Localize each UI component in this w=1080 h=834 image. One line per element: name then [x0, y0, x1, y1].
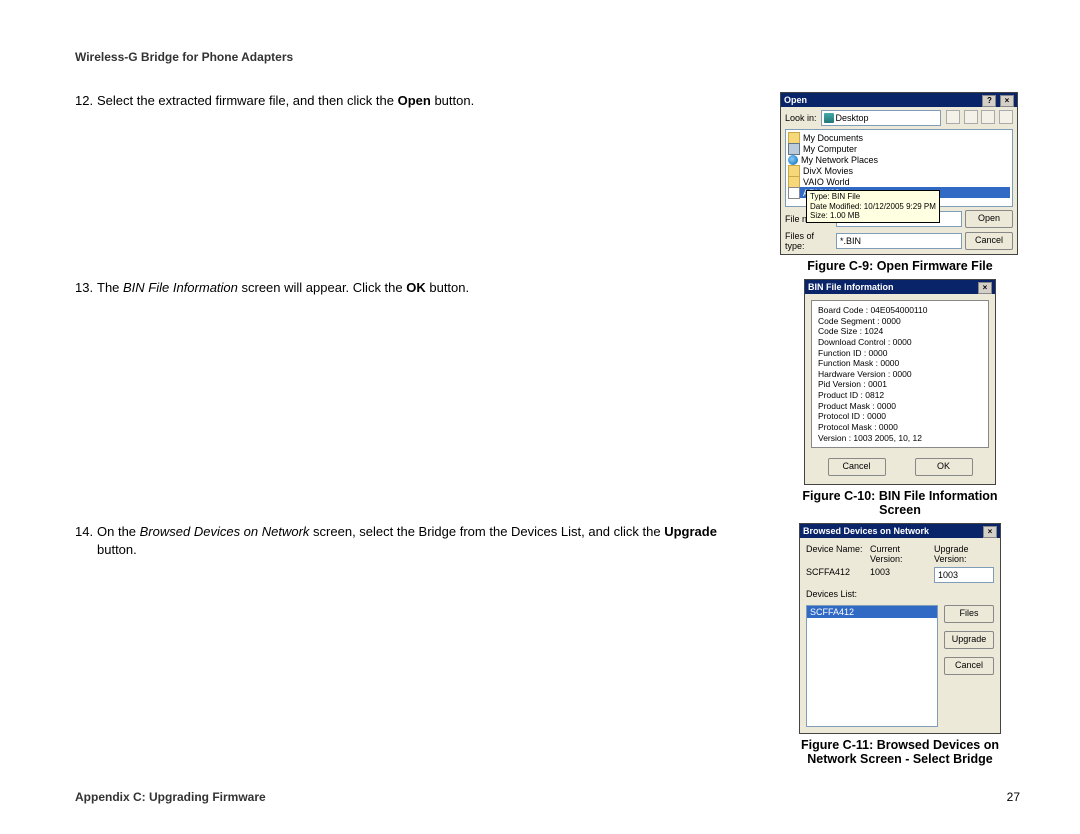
italic-term: BIN File Information [123, 280, 238, 295]
list-item[interactable]: My Computer [803, 144, 857, 154]
bold-open: Open [398, 93, 431, 108]
text: On the [97, 524, 140, 539]
step-number: 12. [75, 92, 97, 110]
titlebar: Browsed Devices on Network × [800, 524, 1000, 538]
filetype-dropdown[interactable]: *.BIN [836, 233, 962, 249]
network-icon [788, 155, 798, 165]
titlebar: Open ? × [781, 93, 1017, 107]
list-item[interactable]: My Network Places [801, 155, 878, 165]
lookin-dropdown[interactable]: Desktop [821, 110, 942, 126]
upgrade-version-input[interactable]: 1003 [934, 567, 994, 583]
caption-line: Figure C-10: BIN File Information [780, 489, 1020, 503]
text: screen will appear. Click the [238, 280, 406, 295]
help-icon[interactable]: ? [982, 95, 996, 107]
files-button[interactable]: Files [944, 605, 994, 623]
file-icon [788, 187, 800, 199]
info-line: Code Segment : 0000 [818, 316, 982, 327]
page-number: 27 [1007, 790, 1020, 804]
dialog-title: Open [784, 93, 807, 107]
footer-appendix: Appendix C: Upgrading Firmware [75, 790, 266, 804]
list-item[interactable]: DivX Movies [803, 166, 853, 176]
info-line: Download Control : 0000 [818, 337, 982, 348]
close-icon[interactable]: × [1000, 95, 1014, 107]
cancel-button[interactable]: Cancel [828, 458, 886, 476]
step-number: 14. [75, 523, 97, 558]
open-dialog: Open ? × Look in: Desktop [780, 92, 1018, 255]
bin-info-dialog: BIN File Information × Board Code : 04E0… [804, 279, 996, 485]
ok-button[interactable]: OK [915, 458, 973, 476]
devices-listbox[interactable]: SCFFA412 [806, 605, 938, 727]
list-item[interactable]: VAIO World [803, 177, 850, 187]
info-line: Pid Version : 0001 [818, 379, 982, 390]
desktop-icon [824, 113, 834, 123]
upgrade-version-header: Upgrade Version: [934, 544, 994, 564]
figure-c10-caption: Figure C-10: BIN File Information Screen [780, 489, 1020, 517]
step-13: 13. The BIN File Information screen will… [75, 279, 760, 297]
text: screen, select the Bridge from the Devic… [309, 524, 664, 539]
italic-term: Browsed Devices on Network [140, 524, 310, 539]
close-icon[interactable]: × [983, 526, 997, 538]
info-line: Protocol ID : 0000 [818, 411, 982, 422]
info-line: Product Mask : 0000 [818, 401, 982, 412]
info-line: Function ID : 0000 [818, 348, 982, 359]
list-item[interactable]: My Documents [803, 133, 863, 143]
bold-upgrade: Upgrade [664, 524, 717, 539]
caption-line: Screen [780, 503, 1020, 517]
list-item-selected[interactable]: SCFFA412 [807, 606, 937, 618]
caption-line: Network Screen - Select Bridge [780, 752, 1020, 766]
file-tooltip: Type: BIN File Date Modified: 10/12/2005… [806, 190, 940, 223]
lookin-value: Desktop [836, 111, 869, 125]
open-button[interactable]: Open [965, 210, 1013, 228]
bold-ok: OK [406, 280, 426, 295]
lookin-label: Look in: [785, 113, 817, 123]
cancel-button[interactable]: Cancel [965, 232, 1013, 250]
tooltip-line: Size: 1.00 MB [810, 211, 936, 221]
step-14: 14. On the Browsed Devices on Network sc… [75, 523, 760, 558]
step-body: On the Browsed Devices on Network screen… [97, 523, 760, 558]
devices-list-label: Devices List: [806, 589, 994, 599]
file-list[interactable]: My Documents My Computer My Network Plac… [785, 129, 1013, 207]
tooltip-line: Type: BIN File [810, 192, 936, 202]
tooltip-line: Date Modified: 10/12/2005 9:29 PM [810, 202, 936, 212]
views-icon[interactable] [999, 110, 1013, 124]
step-12: 12. Select the extracted firmware file, … [75, 92, 760, 110]
info-line: Board Code : 04E054000110 [818, 305, 982, 316]
text: button. [97, 542, 137, 557]
step-body: Select the extracted firmware file, and … [97, 92, 760, 110]
current-version-header: Current Version: [870, 544, 930, 564]
info-line: Code Size : 1024 [818, 326, 982, 337]
close-icon[interactable]: × [978, 282, 992, 294]
step-body: The BIN File Information screen will app… [97, 279, 760, 297]
browsed-devices-dialog: Browsed Devices on Network × Device Name… [799, 523, 1001, 734]
back-icon[interactable] [946, 110, 960, 124]
upgrade-button[interactable]: Upgrade [944, 631, 994, 649]
current-version-value: 1003 [870, 567, 930, 583]
text: button. [426, 280, 469, 295]
info-line: Function Mask : 0000 [818, 358, 982, 369]
newfolder-icon[interactable] [981, 110, 995, 124]
dialog-title: Browsed Devices on Network [803, 524, 929, 538]
dialog-title: BIN File Information [808, 280, 894, 294]
step-number: 13. [75, 279, 97, 297]
cancel-button[interactable]: Cancel [944, 657, 994, 675]
text: button. [431, 93, 474, 108]
caption-line: Figure C-11: Browsed Devices on [780, 738, 1020, 752]
doc-header: Wireless-G Bridge for Phone Adapters [75, 50, 1020, 64]
figure-c9-caption: Figure C-9: Open Firmware File [780, 259, 1020, 273]
info-line: Product ID : 0812 [818, 390, 982, 401]
titlebar: BIN File Information × [805, 280, 995, 294]
info-line: Hardware Version : 0000 [818, 369, 982, 380]
device-name-header: Device Name: [806, 544, 866, 564]
info-line: Version : 1003 2005, 10, 12 [818, 433, 982, 444]
info-line: Protocol Mask : 0000 [818, 422, 982, 433]
filetype-label: Files of type: [785, 231, 833, 251]
text: Select the extracted firmware file, and … [97, 93, 398, 108]
text: The [97, 280, 123, 295]
device-name-value: SCFFA412 [806, 567, 866, 583]
figure-c11-caption: Figure C-11: Browsed Devices on Network … [780, 738, 1020, 766]
up-icon[interactable] [964, 110, 978, 124]
computer-icon [788, 143, 800, 155]
info-panel: Board Code : 04E054000110 Code Segment :… [811, 300, 989, 448]
